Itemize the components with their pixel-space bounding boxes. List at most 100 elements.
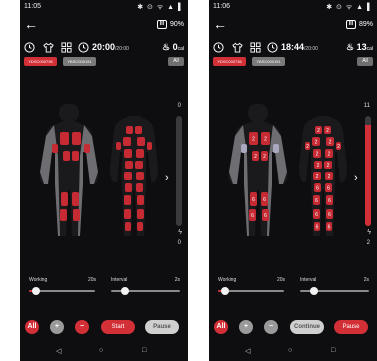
intensity-max-label: 11: [363, 103, 370, 109]
back-pad-level: 2: [317, 128, 320, 134]
interval-value: 2s: [174, 277, 180, 283]
start-button[interactable]: Start: [101, 320, 135, 334]
back-arrow-icon[interactable]: ←: [24, 16, 38, 32]
home-circle-icon[interactable]: ○: [288, 347, 292, 354]
status-time: 11:06: [213, 3, 230, 10]
interval-knob[interactable]: [121, 287, 129, 295]
suit-chip-1[interactable]: YDSC000736: [24, 57, 57, 66]
suit-selector: YDSC000736 YBSC000191 All: [20, 57, 188, 68]
front-pad-level: 6: [264, 213, 267, 219]
chevron-right-icon[interactable]: ›: [354, 172, 364, 184]
status-icons: ✱ ⊙ ᯤ ▲ ▌: [326, 4, 373, 11]
front-pad: [72, 151, 79, 161]
back-pad-level: 2: [337, 144, 340, 150]
back-pad: [124, 209, 131, 219]
back-suit: [110, 116, 158, 236]
front-pad: [72, 132, 81, 145]
shirt-icon[interactable]: [232, 42, 243, 53]
back-pad-level: 2: [326, 128, 329, 134]
timer-elapsed: 18:44: [281, 42, 305, 52]
back-pad-level: 6: [316, 186, 319, 192]
pause-button[interactable]: Pause: [334, 320, 368, 334]
minus-button[interactable]: −: [75, 320, 89, 334]
grid-icon[interactable]: [61, 42, 72, 53]
calorie-icon: ♨: [161, 42, 171, 52]
battery-icon: III: [345, 20, 356, 29]
android-nav-bar: ◁ ○ □: [20, 343, 188, 361]
plus-button[interactable]: +: [50, 320, 64, 334]
back-pad-level: 2: [316, 152, 319, 158]
recents-square-icon[interactable]: □: [142, 347, 146, 354]
phone-screen-1: 11:05 ✱ ⊙ ᯤ ▲ ▌ ← III 90% 20:00/20:00 ♨ …: [20, 0, 188, 361]
back-pad-level: 2: [327, 163, 330, 169]
top-bar: ← III 89%: [209, 14, 377, 36]
back-pad: [137, 137, 145, 146]
suit-diagram: 2 22 26 66 62 22 22 22 22 22 26 66 66 66 6: [228, 104, 347, 236]
calorie-readout: ♨ 13cal: [346, 42, 373, 53]
chevron-right-icon[interactable]: ›: [165, 172, 175, 184]
back-pad-level: 2: [316, 174, 319, 180]
working-knob[interactable]: [220, 287, 229, 295]
front-pad: [72, 192, 79, 206]
front-pad-level: 2: [264, 137, 267, 143]
working-value: 20s: [276, 277, 285, 283]
back-pad-level: 6: [328, 212, 331, 218]
back-pad: [147, 142, 152, 150]
back-pad-level: 2: [328, 152, 331, 158]
status-bar: 11:05 ✱ ⊙ ᯤ ▲ ▌: [20, 0, 188, 14]
interval-value: 2s: [363, 277, 369, 283]
back-triangle-icon[interactable]: ◁: [56, 347, 61, 355]
back-pad-level: 6: [315, 212, 318, 218]
intensity-fill: [365, 124, 371, 226]
intensity-max-label: 0: [177, 103, 181, 109]
back-pad: [116, 142, 121, 150]
suit-selector: YDSC000736 YBSC000191 All: [209, 57, 377, 68]
continue-button[interactable]: Continue: [290, 320, 324, 334]
back-triangle-icon[interactable]: ◁: [245, 347, 250, 355]
back-pad: [136, 172, 144, 180]
top-bar: ← III 90%: [20, 14, 188, 36]
back-suit: [299, 116, 347, 236]
minus-button[interactable]: −: [264, 320, 278, 334]
clock-icon[interactable]: [24, 42, 35, 53]
all-button[interactable]: All: [25, 320, 39, 334]
recents-square-icon[interactable]: □: [331, 347, 335, 354]
front-pad: [241, 144, 247, 153]
android-nav-bar: ◁ ○ □: [209, 343, 377, 361]
grid-icon[interactable]: [250, 42, 261, 53]
back-pad: [136, 183, 143, 192]
working-knob[interactable]: [31, 287, 40, 295]
back-pad: [124, 172, 132, 180]
suit-chip-2[interactable]: YBSC000191: [63, 57, 96, 66]
calorie-unit: cal: [366, 46, 373, 52]
back-pad: [137, 209, 144, 219]
all-button[interactable]: All: [214, 320, 228, 334]
intensity-slider[interactable]: [176, 116, 182, 226]
back-pad: [135, 126, 142, 134]
front-pad: [61, 192, 68, 206]
back-pad: [125, 183, 132, 192]
status-time: 11:05: [24, 3, 41, 10]
suit-chip-2[interactable]: YBSC000191: [252, 57, 285, 66]
front-pad: [273, 144, 279, 153]
timer-icon: [267, 42, 278, 53]
shirt-icon[interactable]: [43, 42, 54, 53]
suit-diagram: [39, 104, 158, 236]
phone-screen-2: 11:06 ✱ ⊙ ᯤ ▲ ▌ ← III 89% 18:44/20:00 ♨ …: [209, 0, 377, 361]
clock-icon[interactable]: [213, 42, 224, 53]
interval-knob[interactable]: [310, 287, 318, 295]
intensity-slider[interactable]: [365, 116, 371, 226]
all-suits-toggle[interactable]: All: [168, 57, 184, 66]
back-arrow-icon[interactable]: ←: [213, 16, 227, 32]
home-circle-icon[interactable]: ○: [99, 347, 103, 354]
plus-button[interactable]: +: [239, 320, 253, 334]
battery-percent: 90%: [169, 21, 184, 28]
session-timer: 20:00/20:00: [92, 42, 129, 52]
interval-label: Interval: [111, 277, 128, 283]
back-pad-level: 2: [328, 174, 331, 180]
suit-chip-1[interactable]: YDSC000736: [213, 57, 246, 66]
intensity-value: 2: [366, 240, 370, 246]
back-pad-level: 6: [328, 225, 331, 231]
pause-button[interactable]: Pause: [145, 320, 179, 334]
all-suits-toggle[interactable]: All: [357, 57, 373, 66]
